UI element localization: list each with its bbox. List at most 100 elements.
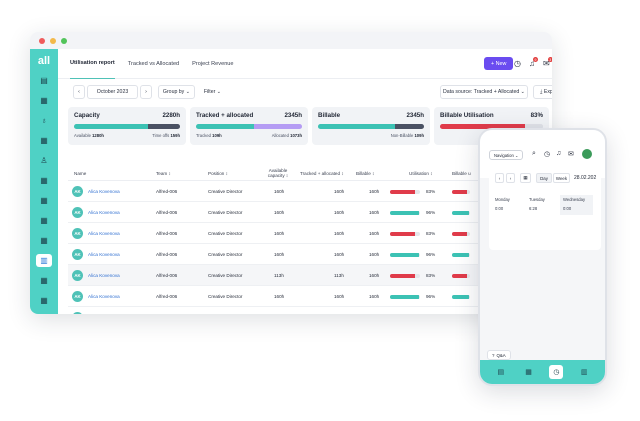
- grid-icon[interactable]: ▦: [36, 194, 52, 207]
- team-cell: Alfred-006: [156, 252, 178, 257]
- prev-period-button[interactable]: ‹: [73, 85, 85, 99]
- grid-icon[interactable]: ▦: [36, 134, 52, 147]
- top-navigation: Utilisation report Tracked vs Allocated …: [58, 49, 552, 79]
- utilisation-value: 96%: [426, 252, 436, 257]
- day-hours: 0:00: [563, 206, 572, 211]
- filter-dropdown[interactable]: Filter ⌄: [199, 85, 226, 99]
- row-avatar: AK: [72, 228, 83, 239]
- summary-card-3: Billable 2345h Non-Billable 109h: [312, 107, 430, 145]
- billable-cell: 160h: [369, 189, 380, 194]
- utilisation-bar: [390, 253, 420, 257]
- app-logo: all: [37, 55, 51, 67]
- column-header[interactable]: Tracked + allocated ↕: [300, 171, 344, 176]
- calendar-icon[interactable]: ▦: [520, 173, 531, 183]
- dashboard-icon[interactable]: ▦: [36, 94, 52, 107]
- position-cell: Creative Director: [208, 210, 243, 215]
- notification-badge: 9: [533, 57, 538, 62]
- person-name-link[interactable]: Alica Kovenova: [88, 231, 120, 236]
- next-period-button[interactable]: ›: [140, 85, 152, 99]
- bell-icon[interactable]: ♫: [556, 150, 561, 157]
- mobile-prev-button[interactable]: ‹: [495, 173, 504, 183]
- row-avatar: AK: [72, 186, 83, 197]
- period-selector[interactable]: October 2023: [87, 85, 138, 99]
- dashboard-icon[interactable]: ▦: [522, 365, 536, 379]
- person-name-link[interactable]: Alica Kovenova: [88, 189, 120, 194]
- close-dot[interactable]: [39, 37, 45, 44]
- grid-icon[interactable]: ▦: [36, 234, 52, 247]
- utilisation-value: 96%: [426, 294, 436, 299]
- data-source-dropdown[interactable]: Data source: Tracked + Allocated ⌄: [440, 85, 528, 99]
- billable-utilisation-bar: [452, 295, 470, 299]
- column-header[interactable]: Position ↕: [208, 171, 228, 176]
- week-toggle[interactable]: Week: [553, 173, 570, 183]
- timer-icon[interactable]: ◷: [514, 59, 521, 68]
- bell-icon[interactable]: ♫ 9: [529, 57, 538, 68]
- billable-cell: 160h: [369, 294, 380, 299]
- card-bar-segment: [395, 124, 424, 129]
- person-name-link[interactable]: Alica Kovenova: [88, 273, 120, 278]
- person-name-link[interactable]: Alica Kovenova: [88, 210, 120, 215]
- maximize-dot[interactable]: [61, 37, 67, 44]
- day-column[interactable]: Tuesday 6:28: [526, 195, 559, 215]
- tracked-cell: 160h: [334, 294, 345, 299]
- grid-icon[interactable]: ▦: [36, 214, 52, 227]
- desktop-window: all ▤ ▦ ♁ ▦ ♙ ▦ ▦ ▦ ▦ ▥ ▦ ▦ Utilisation report Trac…: [30, 32, 552, 314]
- clock-icon[interactable]: ◷: [549, 365, 564, 379]
- day-column[interactable]: Wednesday 0:00: [560, 195, 593, 215]
- chart-icon[interactable]: ▥: [577, 365, 591, 379]
- column-header[interactable]: Billable u: [452, 171, 471, 176]
- person-name-link[interactable]: Alica Kovenova: [88, 252, 120, 257]
- new-button[interactable]: + New: [484, 57, 514, 70]
- day-name: Wednesday: [563, 197, 586, 202]
- tab-tracked-vs-allocated[interactable]: Tracked vs Allocated: [128, 49, 179, 79]
- search-icon[interactable]: ⌕: [532, 150, 536, 158]
- mobile-calendar-panel: ‹ › ▦ Day Week 28.02.202 Monday 0:00 Tuesd…: [489, 168, 601, 250]
- handshake-icon[interactable]: ♙: [36, 154, 52, 167]
- person-name-link[interactable]: Alica Kovenova: [88, 294, 120, 299]
- export-button[interactable]: ⤓ Export: [533, 85, 552, 99]
- card-title: Billable: [318, 112, 341, 119]
- column-header[interactable]: Utilisation ↕: [409, 171, 433, 176]
- qa-button[interactable]: ? Q&A: [487, 350, 511, 360]
- question-icon: ?: [492, 352, 495, 358]
- mobile-next-button[interactable]: ›: [506, 173, 515, 183]
- money-bag-icon[interactable]: ♁: [36, 114, 52, 127]
- row-avatar: AK: [72, 270, 83, 281]
- card-bar-segment: [74, 124, 149, 129]
- message-icon[interactable]: ✉ 3: [543, 57, 552, 68]
- clipboard-icon[interactable]: ▤: [494, 365, 508, 379]
- column-header[interactable]: Name: [74, 171, 86, 176]
- column-header[interactable]: Billable ↕: [356, 171, 374, 176]
- grid-icon[interactable]: ▦: [36, 294, 52, 307]
- card-bar-segment: [254, 124, 302, 129]
- tab-project-revenue[interactable]: Project Revenue: [192, 49, 233, 79]
- team-cell: Alfred-006: [156, 273, 178, 278]
- column-header[interactable]: Available capacity ↕: [263, 168, 293, 178]
- column-header[interactable]: Team ↕: [156, 171, 171, 176]
- day-name: Monday: [495, 197, 510, 202]
- tab-utilisation-report[interactable]: Utilisation report: [70, 49, 115, 79]
- team-cell: Alfred-006: [156, 294, 178, 299]
- grid-icon[interactable]: ▦: [36, 274, 52, 287]
- message-icon[interactable]: ✉: [568, 150, 574, 158]
- utilisation-bar: [390, 211, 420, 215]
- timer-icon[interactable]: ◷: [544, 150, 550, 158]
- mobile-avatar[interactable]: [582, 149, 592, 159]
- navigation-dropdown[interactable]: Navigation ⌄: [489, 150, 524, 160]
- available-cell: 160h: [274, 231, 285, 236]
- utilisation-bar: [390, 190, 420, 194]
- card-bar-segment: [148, 124, 180, 129]
- billable-cell: 160h: [369, 210, 380, 215]
- sidebar: all ▤ ▦ ♁ ▦ ♙ ▦ ▦ ▦ ▦ ▥ ▦ ▦: [30, 49, 58, 314]
- clipboard-icon[interactable]: ▤: [36, 74, 52, 87]
- team-cell: Alfred-006: [156, 231, 178, 236]
- card-left-label: Tracked: [196, 133, 211, 138]
- day-hours: 0:00: [495, 206, 504, 211]
- group-by-dropdown[interactable]: Group by ⌄: [158, 85, 195, 99]
- day-column[interactable]: Monday 0:00: [492, 195, 525, 215]
- chart-icon[interactable]: ▥: [36, 254, 52, 268]
- minimize-dot[interactable]: [50, 37, 56, 44]
- grid-icon[interactable]: ▦: [36, 174, 52, 187]
- day-toggle[interactable]: Day: [536, 173, 552, 183]
- card-title: Capacity: [74, 112, 100, 119]
